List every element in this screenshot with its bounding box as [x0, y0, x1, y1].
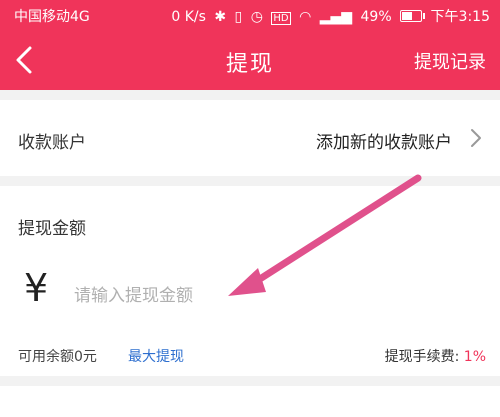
- battery-percent: 49%: [360, 9, 392, 25]
- vibrate-icon: ▯: [234, 9, 243, 25]
- yen-icon: ¥: [24, 266, 49, 310]
- fee-value: 1%: [463, 349, 486, 365]
- bluetooth-icon: ✱: [214, 9, 227, 25]
- alarm-icon: ◷: [250, 9, 263, 25]
- payee-account-row[interactable]: 收款账户 添加新的收款账户: [0, 100, 500, 176]
- chevron-right-icon: [471, 129, 481, 147]
- battery-icon: [400, 10, 426, 22]
- add-payee-account-link[interactable]: 添加新的收款账户: [316, 128, 452, 153]
- fee-info: 提现手续费: 1%: [385, 346, 486, 366]
- carrier-label: 中国移动4G: [14, 9, 90, 25]
- payee-account-label: 收款账户: [18, 133, 86, 153]
- status-bar: 中国移动4G 0 K/s ✱ ▯ ◷ HD ◠ ▂▄▆ 49% 下午3:15: [0, 0, 500, 30]
- withdraw-history-link[interactable]: 提现记录: [414, 48, 486, 74]
- hd-icon: HD: [271, 12, 291, 25]
- clock: 下午3:15: [430, 9, 490, 25]
- network-speed: 0 K/s: [171, 9, 206, 25]
- signal-icon: ▂▄▆: [319, 9, 353, 25]
- wifi-icon: ◠: [299, 9, 312, 25]
- amount-title: 提现金额: [18, 219, 86, 239]
- status-icons: 0 K/s ✱ ▯ ◷ HD ◠ ▂▄▆ 49% 下午3:15: [167, 6, 490, 26]
- fee-label: 提现手续费:: [384, 349, 460, 365]
- max-withdraw-button[interactable]: 最大提现: [128, 346, 184, 366]
- bottom-card: [0, 386, 500, 417]
- amount-input[interactable]: [74, 280, 374, 312]
- nav-bar: 提现 提现记录: [0, 30, 500, 90]
- available-balance: 可用余额0元: [18, 349, 97, 365]
- amount-card: 提现金额 ¥ 可用余额0元 最大提现 提现手续费: 1%: [0, 186, 500, 376]
